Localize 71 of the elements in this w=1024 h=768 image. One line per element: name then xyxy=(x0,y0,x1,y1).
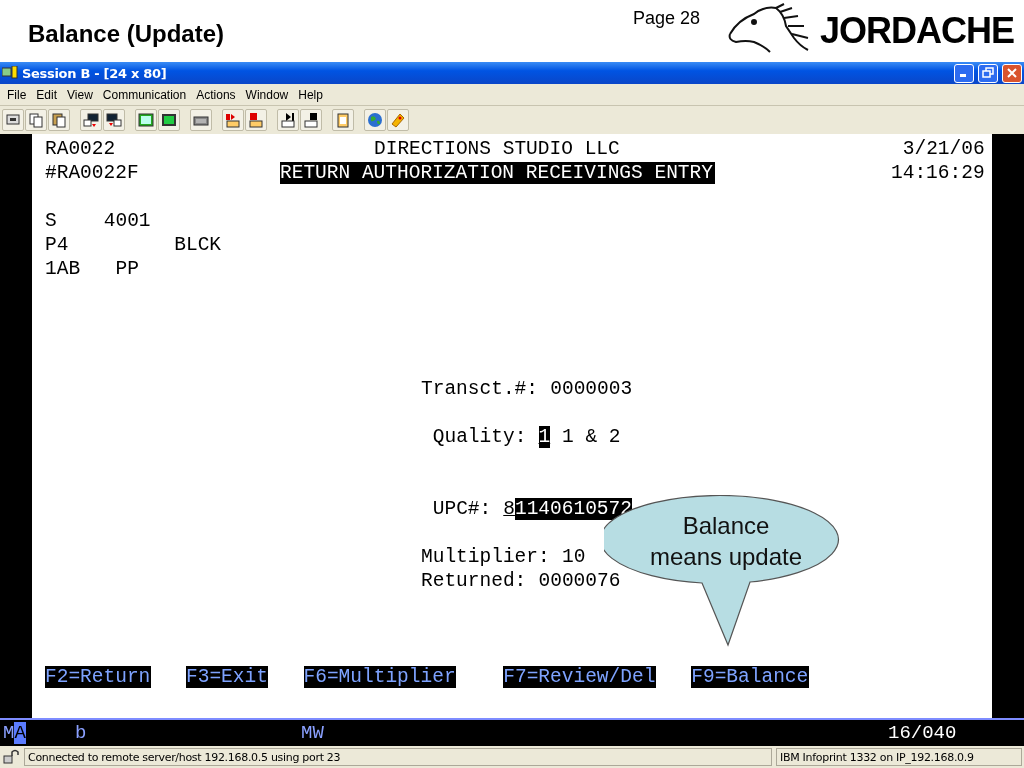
toolbar-button[interactable] xyxy=(277,109,299,131)
field-hint: 1 & 2 xyxy=(562,426,621,448)
code-value: 4001 xyxy=(103,210,151,232)
function-key[interactable]: F7=Review/Del xyxy=(503,666,656,688)
field-label: Returned: xyxy=(421,570,527,592)
close-button[interactable] xyxy=(1002,63,1022,83)
window-title: Session B - [24 x 80] xyxy=(22,65,168,81)
code-value: PP xyxy=(115,258,139,280)
operator-indicator: b xyxy=(75,722,88,744)
code-text: 1AB xyxy=(45,258,81,280)
menu-item[interactable]: View xyxy=(62,87,98,102)
stop-record-icon xyxy=(248,112,264,128)
menu-item[interactable]: File xyxy=(2,87,32,102)
menu-item[interactable]: Edit xyxy=(31,87,63,102)
cursor-position: 16/040 xyxy=(888,722,958,744)
function-key[interactable]: F6=Multiplier xyxy=(303,666,457,688)
grid-screen-icon xyxy=(138,112,154,128)
stop-icon xyxy=(303,112,319,128)
date-text: 3/21/06 xyxy=(902,138,985,160)
menu-item[interactable]: Help xyxy=(293,87,328,102)
code-value: BLCK xyxy=(174,234,222,256)
field-label: Transct.#: xyxy=(421,378,539,400)
format-name: #RA0022F xyxy=(45,162,139,184)
company-name: DIRECTIONS STUDIO LLC xyxy=(374,138,621,160)
field-value: 0000003 xyxy=(550,378,633,400)
time-text: 14:16:29 xyxy=(891,162,985,184)
help-tag-icon xyxy=(390,112,406,128)
close-icon xyxy=(1006,67,1018,79)
code-text: S xyxy=(45,210,57,232)
status-text: Connected to remote server/host 192.168.0.5 using port 23 xyxy=(24,748,772,766)
app-icon xyxy=(2,66,18,80)
menu-item[interactable]: Communication xyxy=(97,87,192,102)
grid-screen-icon xyxy=(161,112,177,128)
field-label: Multiplier: xyxy=(421,546,551,568)
screen-title: RETURN AUTHORIZATION RECEIVINGS ENTRY xyxy=(280,162,715,184)
send-screen-icon xyxy=(83,112,99,128)
play-icon xyxy=(280,112,296,128)
monitor-icon xyxy=(5,112,21,128)
connection-icon xyxy=(2,749,20,765)
program-name: RA0022 xyxy=(45,138,116,160)
toolbar-button[interactable] xyxy=(103,109,125,131)
function-key[interactable]: F9=Balance xyxy=(691,666,809,688)
menu-item[interactable]: Actions xyxy=(191,87,241,102)
restore-button[interactable] xyxy=(978,63,998,83)
toolbar-button[interactable] xyxy=(300,109,322,131)
clipboard-icon xyxy=(335,112,351,128)
globe-icon xyxy=(367,112,383,128)
toolbar-button[interactable] xyxy=(158,109,180,131)
function-key[interactable]: F3=Exit xyxy=(186,666,269,688)
restore-icon xyxy=(982,67,994,79)
code-text: P4 xyxy=(45,234,69,256)
copy-icon xyxy=(28,112,44,128)
receive-screen-icon xyxy=(106,112,122,128)
printer-status: IBM Infoprint 1332 on IP_192.168.0.9 xyxy=(776,748,1022,766)
page-number: Page 28 xyxy=(632,8,700,29)
record-icon xyxy=(225,112,241,128)
minimize-button[interactable] xyxy=(954,63,974,83)
brand-logo: JORDACHE xyxy=(819,10,1014,52)
operator-indicator: MW xyxy=(301,722,325,744)
paste-icon xyxy=(51,112,67,128)
field-label: UPC#: xyxy=(432,498,492,520)
menu-item[interactable]: Window xyxy=(240,87,294,102)
toolbar-button[interactable] xyxy=(2,109,24,131)
field-value: 10 xyxy=(562,546,586,568)
field-value: 0000076 xyxy=(538,570,621,592)
field-label: Quality: xyxy=(432,426,527,448)
toolbar-button[interactable] xyxy=(80,109,102,131)
function-key[interactable]: F2=Return xyxy=(45,666,151,688)
callout-text: Balance means update xyxy=(648,511,804,572)
input-field[interactable]: 1 xyxy=(538,426,551,448)
slide-title: Balance (Update) xyxy=(28,20,226,48)
